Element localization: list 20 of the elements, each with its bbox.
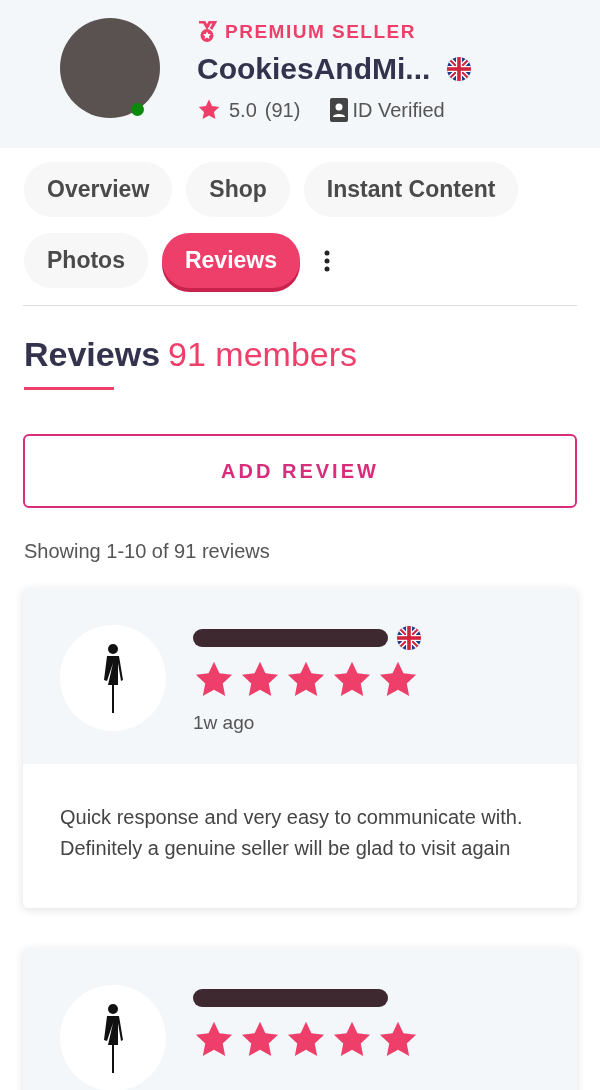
rating-count: (91) <box>264 97 301 123</box>
profile-tab[interactable]: Photos <box>24 233 148 288</box>
review-text: Quick response and very easy to communicate with. Definitely a genuine seller will be glad to visit again <box>59 804 524 861</box>
review-time: 1w ago <box>193 710 256 735</box>
profile-tab[interactable]: Overview <box>24 162 173 217</box>
add-review-button[interactable]: ADD REVIEW <box>23 433 577 508</box>
profile-tab[interactable]: Shop <box>186 162 290 217</box>
rating-value: 5.0 <box>229 97 257 123</box>
profile-tab[interactable]: Instant Content <box>303 162 519 217</box>
premium-seller-label: PREMIUM SELLER <box>225 20 416 44</box>
medal-icon <box>197 21 217 44</box>
woman-figure-icon <box>102 642 124 713</box>
member-count: 91 members <box>168 335 358 373</box>
woman-figure-icon <box>102 1002 124 1073</box>
seller-name: CookiesAndMi... <box>197 50 431 87</box>
section-title: Reviews <box>24 335 161 373</box>
uk-flag-icon <box>446 55 473 82</box>
results-summary: Showing 1-10 of 91 reviews <box>23 538 271 564</box>
id-card-icon <box>330 97 349 122</box>
id-verified-label: ID Verified <box>352 97 445 123</box>
